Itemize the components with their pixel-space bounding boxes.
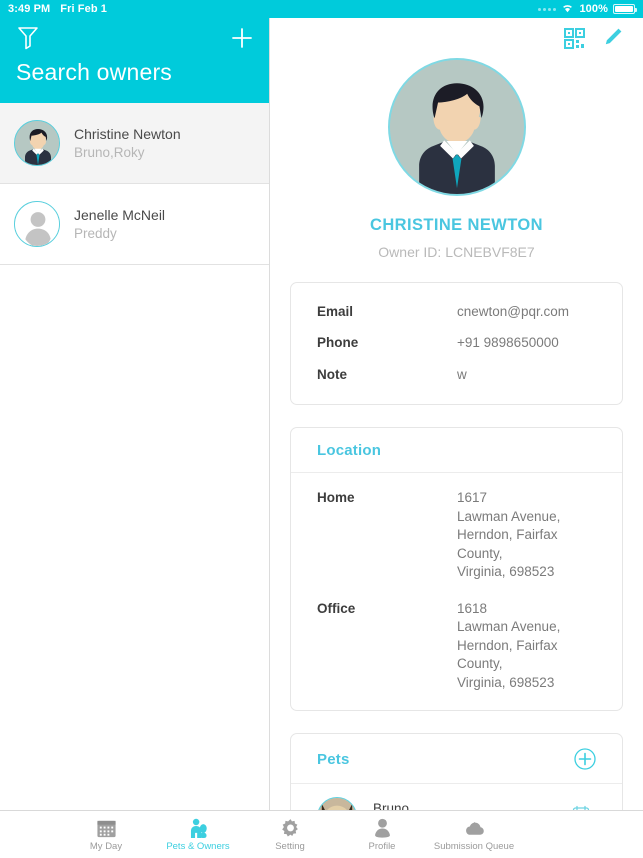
pets-owners-icon bbox=[188, 817, 209, 839]
pencil-edit-icon[interactable] bbox=[601, 27, 623, 49]
tab-label: Pets & Owners bbox=[166, 841, 230, 852]
pet-name: Bruno bbox=[373, 800, 410, 810]
pug-photo bbox=[317, 797, 357, 810]
owner-full-name: CHRISTINE NEWTON bbox=[370, 216, 543, 234]
address-label: Office bbox=[317, 600, 356, 616]
plus-icon[interactable] bbox=[231, 27, 253, 49]
search-owners-title[interactable]: Search owners bbox=[16, 58, 253, 84]
owner-pets: Preddy bbox=[74, 225, 117, 241]
add-circle-icon[interactable] bbox=[574, 748, 596, 770]
info-label: Note bbox=[317, 366, 347, 382]
male-avatar bbox=[14, 120, 60, 166]
info-row-note: Note w bbox=[317, 366, 596, 384]
gear-icon bbox=[280, 817, 301, 839]
address-row-home: Home 1617 Lawman Avenue, Herndon, Fairfa… bbox=[317, 489, 596, 581]
tab-pets-and-owners[interactable]: Pets & Owners bbox=[152, 811, 244, 858]
wifi-icon bbox=[561, 3, 574, 16]
app-root: 3:49 PM Fri Feb 1 100% Search owners Chr… bbox=[0, 0, 643, 858]
tab-my-day[interactable]: My Day bbox=[60, 811, 152, 858]
cloud-upload-icon bbox=[464, 817, 485, 839]
pets-card-header: Pets bbox=[291, 734, 622, 785]
status-date: Fri Feb 1 bbox=[60, 3, 108, 15]
status-bar: 3:49 PM Fri Feb 1 100% bbox=[0, 0, 643, 18]
info-label: Phone bbox=[317, 335, 359, 351]
address-value: 1618 Lawman Avenue, Herndon, Fairfax Cou… bbox=[457, 600, 561, 690]
placeholder-avatar bbox=[14, 201, 60, 247]
pets-card: Pets Bruno bbox=[290, 733, 623, 810]
owner-detail-panel: CHRISTINE NEWTON Owner ID: LCNEBVF8E7 Em… bbox=[270, 18, 643, 810]
info-value[interactable]: +91 9898650000 bbox=[457, 334, 559, 352]
location-title: Location bbox=[317, 442, 382, 460]
tab-label: Setting bbox=[275, 841, 305, 852]
tab-label: Profile bbox=[368, 841, 396, 852]
address-value: 1617 Lawman Avenue, Herndon, Fairfax Cou… bbox=[457, 490, 561, 580]
detail-toolbar bbox=[270, 18, 643, 58]
info-value[interactable]: cnewton@pqr.com bbox=[457, 303, 569, 321]
owner-pets: Bruno,Roky bbox=[74, 144, 145, 160]
battery-percent: 100% bbox=[579, 3, 608, 15]
tab-submission-queue[interactable]: Submission Queue bbox=[428, 811, 520, 858]
calendar-icon bbox=[96, 817, 117, 839]
sidebar-header: Search owners bbox=[0, 18, 269, 103]
pets-title: Pets bbox=[317, 750, 350, 768]
person-icon bbox=[372, 817, 393, 839]
address-label: Home bbox=[317, 490, 355, 506]
tab-profile[interactable]: Profile bbox=[336, 811, 428, 858]
owners-sidebar: Search owners Christine Newton Bruno,Rok… bbox=[0, 18, 270, 810]
filter-icon[interactable] bbox=[16, 25, 40, 51]
calendar-clock-icon[interactable] bbox=[572, 805, 596, 810]
owner-name: Christine Newton bbox=[74, 125, 181, 142]
qr-code-icon[interactable] bbox=[564, 27, 585, 49]
contact-info-card: Email cnewton@pqr.com Phone +91 98986500… bbox=[290, 282, 623, 406]
location-card: Location Home 1617 Lawman Avenue, Herndo… bbox=[290, 427, 623, 712]
tab-setting[interactable]: Setting bbox=[244, 811, 336, 858]
owner-name: Jenelle McNeil bbox=[74, 206, 166, 223]
body-split: Search owners Christine Newton Bruno,Rok… bbox=[0, 18, 643, 810]
battery-full-icon bbox=[613, 4, 637, 14]
pet-list-item[interactable]: Bruno UA ID: FYT3IDCSER bbox=[291, 784, 622, 810]
owner-id: Owner ID: LCNEBVF8E7 bbox=[378, 244, 535, 260]
owner-list-item[interactable]: Jenelle McNeil Preddy bbox=[0, 184, 269, 265]
address-row-office: Office 1618 Lawman Avenue, Herndon, Fair… bbox=[317, 600, 596, 692]
detail-scroll-area[interactable]: CHRISTINE NEWTON Owner ID: LCNEBVF8E7 Em… bbox=[270, 58, 643, 810]
tab-label: Submission Queue bbox=[433, 841, 515, 852]
info-row-phone: Phone +91 9898650000 bbox=[317, 334, 596, 352]
bottom-tab-bar: My Day Pets & Owners Setting Profile Sub… bbox=[0, 810, 643, 858]
tab-label: My Day bbox=[89, 841, 123, 852]
location-card-header: Location bbox=[291, 428, 622, 474]
status-time: 3:49 PM bbox=[8, 3, 51, 15]
owner-list-item[interactable]: Christine Newton Bruno,Roky bbox=[0, 103, 269, 184]
info-row-email: Email cnewton@pqr.com bbox=[317, 303, 596, 321]
owner-hero: CHRISTINE NEWTON Owner ID: LCNEBVF8E7 bbox=[290, 58, 623, 260]
info-label: Email bbox=[317, 304, 354, 319]
male-avatar bbox=[387, 58, 526, 196]
owner-list: Christine Newton Bruno,Roky Jenelle McNe… bbox=[0, 103, 269, 810]
info-value: w bbox=[457, 366, 467, 382]
signal-dots-icon bbox=[538, 7, 557, 11]
